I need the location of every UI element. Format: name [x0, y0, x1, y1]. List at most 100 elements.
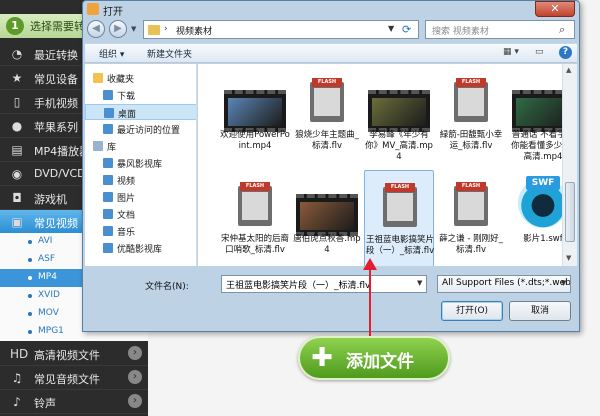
gamepad-icon: ◘: [12, 191, 22, 205]
nav-label: 最近访问的位置: [117, 126, 181, 136]
chevron-right-icon[interactable]: ›: [128, 370, 142, 384]
category-music[interactable]: ♫ 常见音频文件 ›: [0, 366, 148, 390]
video-thumbnail: [224, 90, 286, 132]
folder-icon: [103, 209, 113, 219]
nav-item[interactable]: 下载: [85, 87, 196, 103]
file-name: 影片1.swf: [523, 234, 562, 244]
preview-pane-icon[interactable]: ▭: [535, 47, 544, 57]
flash-file-icon: FLASH: [238, 182, 272, 226]
add-file-button[interactable]: ✚ 添加文件: [298, 336, 450, 380]
dialog-title: 打开: [103, 7, 123, 18]
folder-icon: [148, 25, 160, 35]
scrollbar-thumb[interactable]: [565, 182, 575, 242]
disc-icon: ◉: [11, 167, 23, 181]
cancel-button[interactable]: 取消: [509, 301, 571, 321]
nav-item[interactable]: 库: [85, 138, 196, 154]
bullet-icon: [28, 258, 32, 262]
view-options-icon[interactable]: ▦ ▾: [503, 47, 519, 57]
app-icon: [87, 3, 99, 15]
nav-label: 视频: [117, 177, 136, 187]
navigation-pane: 收藏夹下载桌面最近访问的位置库暴风影视库视频图片 文档音乐优酷影视库: [85, 64, 197, 266]
nav-item[interactable]: 桌面: [85, 104, 196, 120]
nav-item[interactable]: 视频: [85, 172, 196, 188]
chevron-right-icon[interactable]: ›: [128, 394, 142, 408]
file-name: 王祖蓝电影搞笑片段（一）_标清.flv: [365, 235, 435, 256]
file-item[interactable]: 普通话 不看字幕你能看懂多少？_高清.mp4: [508, 66, 562, 170]
file-item[interactable]: FLASH 王祖蓝电影搞笑片段（一）_标清.flv: [364, 170, 434, 266]
apple-icon: ●: [11, 119, 23, 133]
filename-input[interactable]: 王祖蓝电影搞笑片段（一）_标清.flv: [221, 275, 427, 293]
nav-label: 音乐: [117, 228, 136, 238]
hd-icon: HD: [10, 347, 29, 361]
vertical-scrollbar[interactable]: ▲ ▼: [562, 64, 577, 266]
file-name: 薛之谦 - 刚刚好_标清.flv: [439, 234, 503, 255]
category-bell[interactable]: ♪ 铃声 ›: [0, 390, 148, 414]
folder-icon: [103, 243, 113, 253]
nav-item[interactable]: 图片: [85, 189, 196, 205]
bullet-icon: [28, 276, 32, 280]
nav-item[interactable]: 文档: [85, 206, 196, 222]
player-icon: ▤: [11, 143, 23, 157]
flash-file-icon: FLASH: [454, 78, 488, 122]
flash-tag: FLASH: [312, 78, 342, 87]
category-hd[interactable]: HD 高清视频文件 ›: [0, 342, 148, 366]
file-item[interactable]: 欢迎使用PowerPoint.mp4: [220, 66, 290, 170]
format-label: XVID: [38, 290, 60, 300]
file-item[interactable]: 李易峰《年少有你》MV_高清.mp4: [364, 66, 434, 170]
nav-label: 桌面: [118, 110, 137, 120]
file-type-select[interactable]: All Support Files (*.dts;*.web: [437, 275, 571, 293]
nav-item[interactable]: 暴风影视库: [85, 155, 196, 171]
nav-item[interactable]: 收藏夹: [85, 70, 196, 86]
file-type-dropdown-icon[interactable]: ▼: [561, 279, 566, 287]
file-item[interactable]: FLASH 薛之谦 - 刚刚好_标清.flv: [436, 170, 506, 266]
file-item[interactable]: FLASH 狼烧少年主题曲_标清.flv: [292, 66, 362, 170]
address-dropdown-icon[interactable]: ▼: [388, 24, 394, 33]
nav-label: 库: [107, 143, 117, 153]
format-label: MPG1: [38, 326, 64, 336]
open-button[interactable]: 打开(O): [441, 301, 503, 321]
open-file-dialog: 打开 ✕ ◀ ▶ ▼ › 视频素材 ▼ ⟳ 搜索 视频素材 ⌕ 组织 ▾ 新建文…: [82, 0, 580, 332]
help-icon[interactable]: ?: [559, 46, 572, 59]
folder-icon: [103, 226, 113, 236]
scroll-down-icon[interactable]: ▼: [566, 254, 571, 262]
nav-label: 优酷影视库: [117, 245, 163, 255]
nav-item[interactable]: 优酷影视库: [85, 240, 196, 256]
chevron-right-icon[interactable]: ›: [128, 346, 142, 360]
search-icon[interactable]: ⌕: [559, 23, 565, 37]
organize-button[interactable]: 组织 ▾: [99, 47, 124, 60]
nav-item[interactable]: 最近访问的位置: [85, 121, 196, 137]
library-icon: [93, 73, 103, 83]
file-name: 宋仲基太阳的后裔口哨歌_标清.flv: [220, 234, 289, 255]
category-label: 高清视频文件: [34, 349, 100, 362]
flash-file-icon: FLASH: [310, 78, 344, 122]
file-item[interactable]: FLASH 緑箭-田馥甄小幸运_标清.flv: [436, 66, 506, 170]
refresh-icon[interactable]: ⟳: [402, 23, 411, 36]
history-dropdown-icon[interactable]: ▼: [131, 23, 141, 35]
category-label: 苹果系列: [34, 121, 78, 134]
breadcrumb-current[interactable]: 视频素材: [176, 24, 212, 37]
address-bar[interactable]: › 视频素材 ▼ ⟳: [143, 20, 419, 39]
nav-label: 收藏夹: [107, 75, 135, 85]
search-input[interactable]: 搜索 视频素材 ⌕: [425, 20, 575, 39]
close-button[interactable]: ✕: [535, 1, 575, 17]
format-label: MP4: [38, 272, 57, 282]
format-label: ASF: [38, 254, 56, 264]
file-name: 狼烧少年主题曲_标清.flv: [295, 130, 359, 151]
nav-label: 暴风影视库: [117, 160, 163, 170]
category-label: 游戏机: [34, 193, 67, 206]
filename-dropdown-icon[interactable]: ▼: [417, 279, 422, 287]
file-item[interactable]: 唐伯虎点秋香.mp4: [292, 170, 362, 266]
callout-arrow: [363, 258, 377, 340]
file-item[interactable]: FLASH 宋仲基太阳的后裔口哨歌_标清.flv: [220, 170, 290, 266]
video-icon: ▣: [11, 215, 23, 229]
back-button[interactable]: ◀: [87, 20, 105, 38]
file-item[interactable]: SWF 影片1.swf: [508, 170, 562, 266]
new-folder-button[interactable]: 新建文件夹: [147, 47, 192, 60]
file-name: 欢迎使用PowerPoint.mp4: [220, 130, 290, 151]
scroll-up-icon[interactable]: ▲: [566, 66, 571, 74]
nav-item[interactable]: 音乐: [85, 223, 196, 239]
dialog-titlebar[interactable]: 打开 ✕: [83, 1, 579, 18]
file-name: 唐伯虎点秋香.mp4: [293, 234, 361, 255]
forward-button[interactable]: ▶: [109, 20, 127, 38]
category-label: 手机视频: [34, 97, 78, 110]
